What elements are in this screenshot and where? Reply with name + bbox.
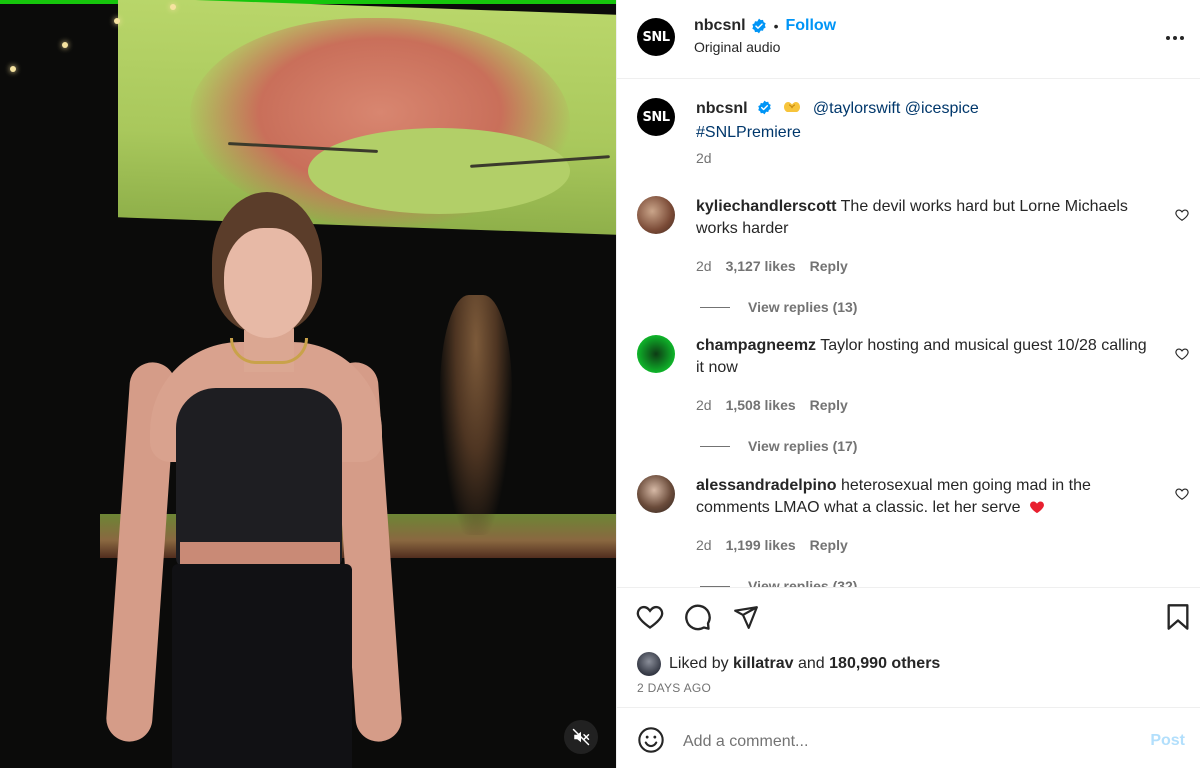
follow-button[interactable]: Follow <box>785 17 836 35</box>
commenter-username[interactable]: champagneemz <box>696 337 816 354</box>
caption-author-avatar[interactable]: SNL <box>637 98 675 136</box>
comment-button[interactable] <box>683 602 713 632</box>
emoji-picker-button[interactable] <box>637 726 665 754</box>
audio-label[interactable]: Original audio <box>694 39 836 55</box>
author-username[interactable]: nbcsnl <box>694 17 746 35</box>
share-icon <box>734 606 758 629</box>
separator-dot: • <box>773 18 779 34</box>
avatar-logo-text: SNL <box>642 109 670 125</box>
comment-like-button[interactable] <box>1175 347 1189 366</box>
like-button[interactable] <box>635 602 665 632</box>
mention-link-icespice[interactable]: @icespice <box>905 100 979 117</box>
string-lights <box>0 0 190 80</box>
reply-button[interactable]: Reply <box>810 537 848 553</box>
heart-icon <box>1175 348 1189 360</box>
view-replies-button[interactable]: View replies (13) <box>700 299 857 315</box>
likes-others-count[interactable]: 180,990 others <box>829 655 940 673</box>
save-button[interactable] <box>1163 602 1193 632</box>
view-replies-label: View replies (17) <box>748 438 858 454</box>
bookmark-icon <box>1167 604 1189 630</box>
commenter-avatar[interactable] <box>637 196 675 234</box>
liker-avatar[interactable] <box>637 652 661 676</box>
share-button[interactable] <box>731 602 761 632</box>
view-replies-button[interactable]: View replies (17) <box>700 438 857 454</box>
mention-link-taylorswift[interactable]: @taylorswift <box>813 100 900 117</box>
verified-badge-icon <box>751 18 767 34</box>
comment-bubble-icon <box>685 604 711 631</box>
commenter-username[interactable]: alessandradelpino <box>696 477 837 494</box>
comment-item: kyliechandlerscott The devil works hard … <box>617 196 1200 336</box>
caption-timestamp[interactable]: 2d <box>696 150 712 166</box>
liked-by-and: and <box>797 655 825 672</box>
reply-button[interactable]: Reply <box>810 258 848 274</box>
comment-timestamp[interactable]: 2d <box>696 537 712 553</box>
caption-username[interactable]: nbcsnl <box>696 100 748 117</box>
comment-item: champagneemz Taylor hosting and musical … <box>617 335 1200 475</box>
reel-video[interactable] <box>0 0 616 768</box>
post-actions: Liked by killatrav and 180,990 others 2 … <box>617 588 1200 708</box>
commenter-avatar[interactable] <box>637 335 675 373</box>
verified-badge-icon <box>757 100 772 115</box>
comment-like-button[interactable] <box>1175 487 1189 506</box>
replies-divider-line <box>700 306 730 308</box>
comment-item: alessandradelpino heterosexual men going… <box>617 475 1200 588</box>
comment-likes-count[interactable]: 3,127 likes <box>726 258 796 274</box>
avatar-logo-text: SNL <box>642 29 670 45</box>
comments-section[interactable]: SNL nbcsnl @taylorswift @icespice #SNLPr… <box>617 80 1200 588</box>
view-replies-button[interactable]: View replies (32) <box>700 578 858 588</box>
emoji-icon <box>638 727 664 753</box>
heart-icon <box>1175 488 1189 500</box>
post-header: SNL nbcsnl • Follow Original audio <box>617 0 1200 79</box>
muted-speaker-icon <box>572 728 590 746</box>
red-heart-emoji-icon <box>1029 499 1045 521</box>
background-statue <box>440 295 512 535</box>
comment-timestamp[interactable]: 2d <box>696 397 712 413</box>
replies-divider-line <box>700 585 730 587</box>
more-options-icon <box>1166 36 1184 40</box>
mute-toggle-button[interactable] <box>564 720 598 754</box>
more-options-button[interactable] <box>1163 26 1187 50</box>
host-figure <box>104 192 404 768</box>
post-details-panel: SNL nbcsnl • Follow Original audio SNL n… <box>616 0 1200 768</box>
view-replies-label: View replies (32) <box>748 578 858 588</box>
author-avatar[interactable]: SNL <box>637 18 675 56</box>
hashtag-link[interactable]: #SNLPremiere <box>696 124 801 141</box>
post-comment-button[interactable]: Post <box>1150 732 1185 750</box>
liked-by-prefix: Liked by <box>669 655 729 672</box>
reply-button[interactable]: Reply <box>810 397 848 413</box>
commenter-avatar[interactable] <box>637 475 675 513</box>
liker-username[interactable]: killatrav <box>733 655 793 673</box>
heart-icon <box>636 605 664 629</box>
add-comment-bar: Post <box>617 710 1200 768</box>
comment-likes-count[interactable]: 1,508 likes <box>726 397 796 413</box>
likes-summary: Liked by killatrav and 180,990 others <box>637 652 940 676</box>
heart-icon <box>1175 209 1189 221</box>
view-replies-label: View replies (13) <box>748 299 858 315</box>
comment-timestamp[interactable]: 2d <box>696 258 712 274</box>
heart-hands-emoji-icon <box>782 99 802 122</box>
comment-likes-count[interactable]: 1,199 likes <box>726 537 796 553</box>
replies-divider-line <box>700 445 730 447</box>
commenter-username[interactable]: kyliechandlerscott <box>696 198 837 215</box>
comment-input[interactable] <box>683 728 1103 756</box>
comment-like-button[interactable] <box>1175 208 1189 227</box>
post-date[interactable]: 2 DAYS AGO <box>637 681 711 695</box>
